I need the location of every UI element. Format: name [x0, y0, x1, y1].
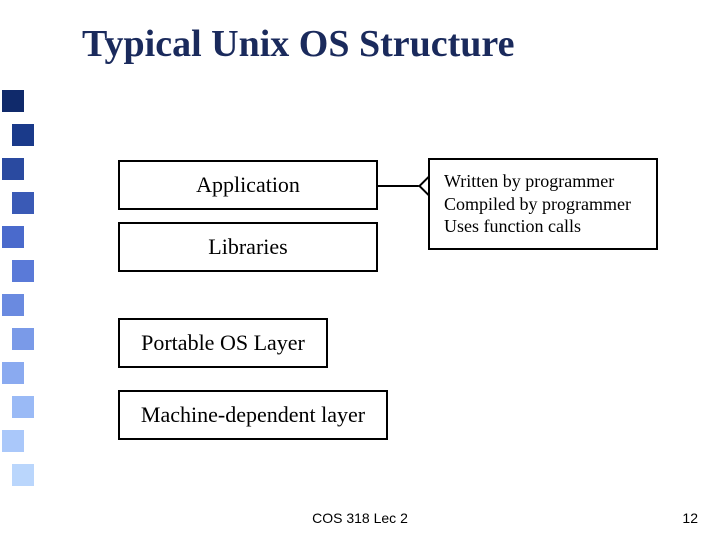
callout-line-3: Uses function calls	[444, 215, 642, 238]
sidebar-square	[12, 328, 34, 350]
sidebar-square	[2, 158, 24, 180]
sidebar-square	[2, 90, 24, 112]
slide: Typical Unix OS Structure Application Li…	[0, 0, 720, 540]
sidebar-square	[12, 124, 34, 146]
footer-page-number: 12	[682, 510, 698, 526]
sidebar-square	[12, 260, 34, 282]
box-machine-dependent: Machine-dependent layer	[118, 390, 388, 440]
sidebar-square	[12, 464, 34, 486]
slide-title: Typical Unix OS Structure	[82, 22, 514, 66]
sidebar-square	[2, 430, 24, 452]
sidebar-square	[12, 192, 34, 214]
box-portable-os: Portable OS Layer	[118, 318, 328, 368]
box-application-label: Application	[196, 172, 300, 198]
sidebar-square	[12, 396, 34, 418]
sidebar-square	[2, 226, 24, 248]
sidebar-square	[2, 294, 24, 316]
box-machine-label: Machine-dependent layer	[141, 402, 365, 428]
footer-center: COS 318 Lec 2	[0, 510, 720, 526]
callout-line-2: Compiled by programmer	[444, 193, 642, 216]
box-libraries: Libraries	[118, 222, 378, 272]
box-libraries-label: Libraries	[208, 234, 287, 260]
callout-box: Written by programmer Compiled by progra…	[428, 158, 658, 250]
sidebar-decoration	[0, 0, 35, 540]
box-application: Application	[118, 160, 378, 210]
callout-line-1: Written by programmer	[444, 170, 642, 193]
box-portable-label: Portable OS Layer	[141, 330, 305, 356]
sidebar-square	[2, 362, 24, 384]
